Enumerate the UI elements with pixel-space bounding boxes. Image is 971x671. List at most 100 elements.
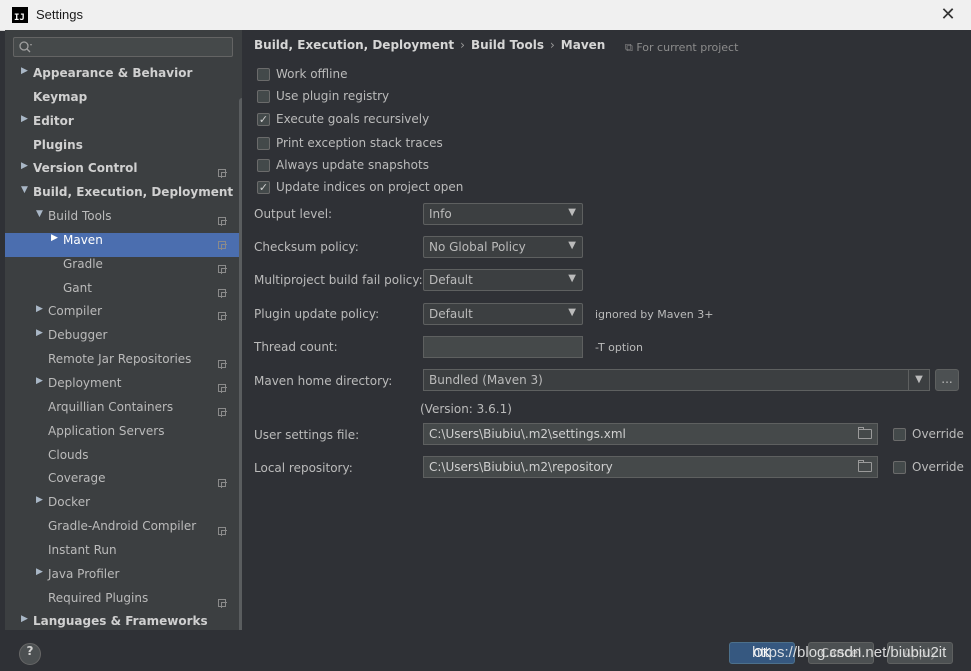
- sidebar-item[interactable]: ▼ Build Tools: [5, 209, 242, 233]
- sidebar-item[interactable]: Arquillian Containers: [5, 400, 242, 424]
- collapsed-arrow-icon[interactable]: ▶: [36, 495, 43, 505]
- expanded-arrow-icon[interactable]: ▼: [36, 209, 43, 219]
- watermark: https://blog.csdn.net/biubiu2it: [752, 644, 947, 661]
- project-scope-icon: [218, 312, 227, 322]
- checkbox-box[interactable]: [893, 427, 906, 441]
- sidebar-item[interactable]: Coverage: [5, 471, 242, 495]
- stack-traces-checkbox[interactable]: Print exception stack traces: [257, 135, 443, 151]
- work-offline-checkbox[interactable]: Work offline: [257, 66, 347, 82]
- sidebar-item[interactable]: ▶ Maven: [5, 232, 242, 257]
- collapsed-arrow-icon[interactable]: ▶: [36, 328, 43, 338]
- sidebar-item-label: Build Tools: [48, 209, 112, 224]
- local-repo-field[interactable]: C:\Users\Biubiu\.m2\repository: [423, 456, 878, 478]
- project-scope-icon: [218, 240, 227, 250]
- maven-settings-panel: Build, Execution, Deployment › Build Tools…: [242, 30, 971, 630]
- fail-policy-select[interactable]: Default ▼: [423, 269, 583, 291]
- checkbox-box[interactable]: ✓: [257, 180, 270, 194]
- checkbox-box[interactable]: [257, 158, 270, 172]
- project-scope-icon: [218, 264, 227, 274]
- checksum-policy-label: Checksum policy:: [254, 240, 359, 254]
- plugin-update-label: Plugin update policy:: [254, 307, 380, 321]
- sidebar-item-label: Clouds: [48, 447, 89, 462]
- checksum-policy-select[interactable]: No Global Policy ▼: [423, 236, 583, 258]
- sidebar-item[interactable]: ▶ Editor: [5, 114, 242, 138]
- folder-icon[interactable]: [858, 427, 872, 439]
- checkbox-label: Print exception stack traces: [276, 136, 443, 150]
- collapsed-arrow-icon[interactable]: ▶: [21, 161, 28, 171]
- collapsed-arrow-icon[interactable]: ▶: [21, 114, 28, 124]
- chevron-down-icon[interactable]: ▼: [908, 370, 929, 390]
- project-scope-icon: [218, 383, 227, 393]
- search-box[interactable]: [13, 37, 233, 57]
- update-indices-checkbox[interactable]: ✓ Update indices on project open: [257, 179, 463, 195]
- path-value: C:\Users\Biubiu\.m2\settings.xml: [429, 427, 626, 441]
- sidebar-item[interactable]: Required Plugins: [5, 591, 242, 615]
- sidebar-item[interactable]: Gradle-Android Compiler: [5, 519, 242, 543]
- sidebar-item-label: Version Control: [33, 161, 138, 176]
- breadcrumb-item: Maven: [560, 38, 606, 52]
- collapsed-arrow-icon[interactable]: ▶: [51, 233, 58, 243]
- collapsed-arrow-icon[interactable]: ▶: [36, 304, 43, 314]
- sidebar-item[interactable]: Instant Run: [5, 543, 242, 567]
- sidebar-item-label: Application Servers: [48, 423, 165, 438]
- sidebar-item[interactable]: Keymap: [5, 90, 242, 114]
- sidebar-item[interactable]: ▶ Deployment: [5, 376, 242, 400]
- sidebar-item[interactable]: ▶ Java Profiler: [5, 567, 242, 591]
- collapsed-arrow-icon[interactable]: ▶: [21, 614, 28, 624]
- sidebar-item[interactable]: Clouds: [5, 448, 242, 472]
- checkbox-box[interactable]: ✓: [257, 112, 270, 126]
- sidebar-item[interactable]: ▼ Build, Execution, Deployment: [5, 185, 242, 209]
- breadcrumb-separator: ›: [549, 38, 555, 52]
- dialog-footer: ? OK Cancel Apply https://blog.csdn.net/…: [0, 630, 971, 671]
- user-settings-field[interactable]: C:\Users\Biubiu\.m2\settings.xml: [423, 423, 878, 445]
- sidebar-item[interactable]: ▶ Debugger: [5, 328, 242, 352]
- sidebar-item[interactable]: Remote Jar Repositories: [5, 352, 242, 376]
- local-repo-label: Local repository:: [254, 461, 353, 475]
- sidebar-item[interactable]: ▶ Docker: [5, 495, 242, 519]
- sidebar-item[interactable]: Plugins: [5, 138, 242, 162]
- project-scope-icon: [218, 288, 227, 298]
- title-bar: IJ Settings ✕: [0, 0, 971, 31]
- thread-count-label: Thread count:: [254, 340, 338, 354]
- search-input[interactable]: [36, 39, 230, 57]
- goals-recursive-checkbox[interactable]: ✓ Execute goals recursively: [257, 111, 429, 127]
- checkbox-box[interactable]: [257, 136, 270, 150]
- sidebar-item[interactable]: ▶ Version Control: [5, 161, 242, 185]
- sidebar-item-label: Appearance & Behavior: [33, 66, 193, 80]
- maven-home-combo[interactable]: Bundled (Maven 3) ▼: [423, 369, 930, 391]
- select-value: Default: [429, 307, 473, 321]
- checkbox-label: Execute goals recursively: [276, 112, 430, 126]
- sidebar-item[interactable]: ▶ Compiler: [5, 304, 242, 328]
- expanded-arrow-icon[interactable]: ▼: [21, 185, 28, 195]
- thread-count-input[interactable]: [423, 336, 583, 358]
- project-scope-icon: [218, 598, 227, 608]
- checkbox-label: Always update snapshots: [276, 158, 429, 172]
- combo-value: Bundled (Maven 3): [429, 373, 543, 387]
- collapsed-arrow-icon[interactable]: ▶: [36, 567, 43, 577]
- user-settings-override-checkbox[interactable]: Override: [893, 427, 964, 441]
- collapsed-arrow-icon[interactable]: ▶: [36, 376, 43, 386]
- checkbox-box[interactable]: [893, 460, 906, 474]
- sidebar-item[interactable]: Application Servers: [5, 424, 242, 448]
- update-snapshots-checkbox[interactable]: Always update snapshots: [257, 157, 429, 173]
- close-icon[interactable]: ✕: [938, 5, 958, 25]
- plugin-update-select[interactable]: Default ▼: [423, 303, 583, 325]
- sidebar-item[interactable]: Gradle: [5, 257, 242, 281]
- current-project-note: ⧉ For current project: [625, 41, 738, 55]
- chevron-down-icon: ▼: [568, 273, 576, 284]
- sidebar-item[interactable]: Gant: [5, 281, 242, 305]
- checkbox-label: Update indices on project open: [276, 180, 464, 194]
- sidebar-item[interactable]: ▶ Appearance & Behavior: [5, 66, 242, 90]
- folder-icon[interactable]: [858, 460, 872, 472]
- checkbox-label: Override: [912, 460, 964, 474]
- plugin-registry-checkbox[interactable]: Use plugin registry: [257, 88, 389, 104]
- settings-sidebar: ▶ Appearance & Behavior Keymap ▶ Editor Plugi…: [5, 30, 245, 658]
- collapsed-arrow-icon[interactable]: ▶: [21, 66, 28, 76]
- help-button[interactable]: ?: [19, 643, 41, 665]
- checkbox-box[interactable]: [257, 67, 270, 81]
- local-repo-override-checkbox[interactable]: Override: [893, 460, 964, 474]
- checkbox-box[interactable]: [257, 89, 270, 103]
- sidebar-item-label: Gradle-Android Compiler: [48, 519, 197, 534]
- output-level-select[interactable]: Info ▼: [423, 203, 583, 225]
- maven-home-browse-button[interactable]: ...: [935, 369, 959, 391]
